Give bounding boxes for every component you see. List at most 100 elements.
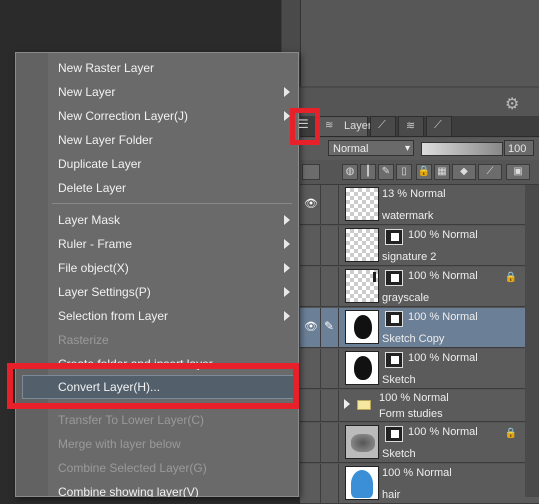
menu-item-label: New Correction Layer(J) <box>58 109 189 123</box>
palette-icon[interactable]: ✎ <box>378 164 394 180</box>
tab-layer[interactable]: ≋ Layer <box>318 116 372 136</box>
layer-row-sketch[interactable]: 100 % Normal Sketch <box>300 349 539 389</box>
menu-item-layer-settings[interactable]: Layer Settings(P) <box>49 280 299 304</box>
menu-item-combine-showing[interactable]: Combine showing layer(V) <box>49 480 299 497</box>
submenu-arrow-icon <box>284 287 290 297</box>
submenu-arrow-icon <box>284 239 290 249</box>
menu-item-label: Duplicate Layer <box>58 157 142 171</box>
layer-props: 13 % Normal <box>382 188 446 200</box>
layer-list: 👁 13 % Normal watermark 100 % Normal sig… <box>300 185 539 504</box>
menu-item-new-layer-folder[interactable]: New Layer Folder <box>49 128 299 152</box>
layer-name: Sketch <box>382 374 416 386</box>
tab-brush[interactable]: ⟋ <box>370 116 396 136</box>
menu-item-new-correction-layer[interactable]: New Correction Layer(J) <box>49 104 299 128</box>
layer-name: watermark <box>382 210 434 222</box>
layer-thumbnail <box>345 466 379 500</box>
eye-icon[interactable]: 👁 <box>303 197 319 210</box>
divider <box>320 464 321 503</box>
ruler-icon[interactable]: ⟋ <box>478 164 502 180</box>
highlight-annotation-box <box>7 363 299 409</box>
layer-thumbnail <box>345 351 379 385</box>
lock-transparent-icon[interactable]: ▦ <box>434 164 450 180</box>
menu-item-label: New Raster Layer <box>58 61 155 75</box>
settings-gear-icon[interactable]: ⚙ <box>505 94 519 114</box>
divider <box>338 390 339 421</box>
menu-separator <box>52 203 292 204</box>
edit-pen-icon: ✎ <box>324 319 335 333</box>
navigator-icon: ⟋ <box>434 119 442 131</box>
layer-color-icon[interactable]: ▣ <box>506 164 530 180</box>
menu-item-merge-below: Merge with layer below <box>49 432 299 456</box>
menu-item-label: File object(X) <box>58 261 129 275</box>
thumbnail-blob <box>354 356 372 380</box>
eye-icon[interactable]: 👁 <box>303 320 319 333</box>
layer-row-sketch-2[interactable]: 100 % Normal Sketch 🔒 <box>300 423 539 463</box>
layer-mask-icon <box>385 270 403 286</box>
menu-item-new-raster-layer[interactable]: New Raster Layer <box>49 56 299 80</box>
menu-item-label: Layer Mask <box>58 213 121 227</box>
menu-item-layer-mask[interactable]: Layer Mask <box>49 208 299 232</box>
layer-thumbnail <box>345 310 379 344</box>
blend-row: Normal 100 <box>300 138 539 160</box>
layer-props: 100 % Normal <box>408 229 478 241</box>
menu-item-file-object[interactable]: File object(X) <box>49 256 299 280</box>
tab-navigator[interactable]: ⟋ <box>426 116 452 136</box>
color-swatch-icon[interactable] <box>302 164 320 180</box>
divider <box>320 390 321 421</box>
layer-scrollbar[interactable] <box>525 185 539 497</box>
layer-props: 100 % Normal <box>408 352 478 364</box>
menu-item-label: Rasterize <box>58 333 109 347</box>
layer-name: Sketch Copy <box>382 333 445 345</box>
layer-row-grayscale[interactable]: 100 % Normal grayscale 🔒 <box>300 267 539 307</box>
menu-item-label: Layer Settings(P) <box>58 285 151 299</box>
menu-item-selection-from-layer[interactable]: Selection from Layer <box>49 304 299 328</box>
layer-props: 100 % Normal <box>408 311 478 323</box>
submenu-arrow-icon <box>284 311 290 321</box>
thumbnail-sketch <box>351 434 375 452</box>
layer-panel-tabbar: ≋ Layer ⟋ ≋ ⟋ <box>300 116 539 137</box>
divider <box>338 349 339 388</box>
layer-row-hair[interactable]: 100 % Normal hair <box>300 464 539 504</box>
layer-mask-icon <box>385 229 403 245</box>
menu-item-transfer-to-lower: Transfer To Lower Layer(C) <box>49 408 299 432</box>
mask-enable-icon[interactable]: ◆ <box>452 164 476 180</box>
layer-row-watermark[interactable]: 👁 13 % Normal watermark <box>300 185 539 225</box>
opacity-slider[interactable] <box>421 142 503 156</box>
layer-name: Form studies <box>379 408 443 420</box>
draft-icon[interactable]: ┃ <box>360 164 376 180</box>
menu-item-new-layer[interactable]: New Layer <box>49 80 299 104</box>
layer-name: signature 2 <box>382 251 437 263</box>
lock-icon[interactable]: 🔒 <box>416 164 432 180</box>
menu-item-label: Ruler - Frame <box>58 237 133 251</box>
menu-icon-strip <box>16 53 48 496</box>
opacity-value[interactable]: 100 <box>504 140 534 156</box>
material-icon: ≋ <box>406 120 416 132</box>
layer-folder-form-studies[interactable]: 100 % Normal Form studies <box>300 390 539 422</box>
layer-tool-row: ◍ ┃ ✎ ▯ 🔒 ▦ ◆ ⟋ ▣ <box>300 160 539 185</box>
layer-mask-icon <box>385 352 403 368</box>
lock-icon: 🔒 <box>504 428 517 439</box>
reference-icon[interactable]: ◍ <box>342 164 358 180</box>
layer-thumbnail <box>345 228 379 262</box>
submenu-arrow-icon <box>284 87 290 97</box>
thumbnail-mark <box>373 272 376 282</box>
layer-row-sketch-copy[interactable]: 👁 ✎ 100 % Normal Sketch Copy <box>300 308 539 348</box>
divider <box>338 185 339 224</box>
divider <box>338 267 339 306</box>
menu-item-duplicate-layer[interactable]: Duplicate Layer <box>49 152 299 176</box>
layer-name: hair <box>382 489 401 501</box>
divider <box>320 267 321 306</box>
tab-material[interactable]: ≋ <box>398 116 424 136</box>
expand-arrow-icon[interactable] <box>344 399 350 409</box>
divider <box>338 308 339 347</box>
menu-item-delete-layer[interactable]: Delete Layer <box>49 176 299 200</box>
panel-menu-icon[interactable]: ☰ <box>298 117 309 131</box>
layer-thumbnail <box>345 269 379 303</box>
layer-row-signature-2[interactable]: 100 % Normal signature 2 <box>300 226 539 266</box>
clipping-icon[interactable]: ▯ <box>396 164 412 180</box>
layer-name: grayscale <box>382 292 430 304</box>
menu-item-label: Combine showing layer(V) <box>58 485 199 497</box>
blend-mode-select[interactable]: Normal <box>328 140 414 157</box>
divider <box>338 226 339 265</box>
menu-item-ruler-frame[interactable]: Ruler - Frame <box>49 232 299 256</box>
